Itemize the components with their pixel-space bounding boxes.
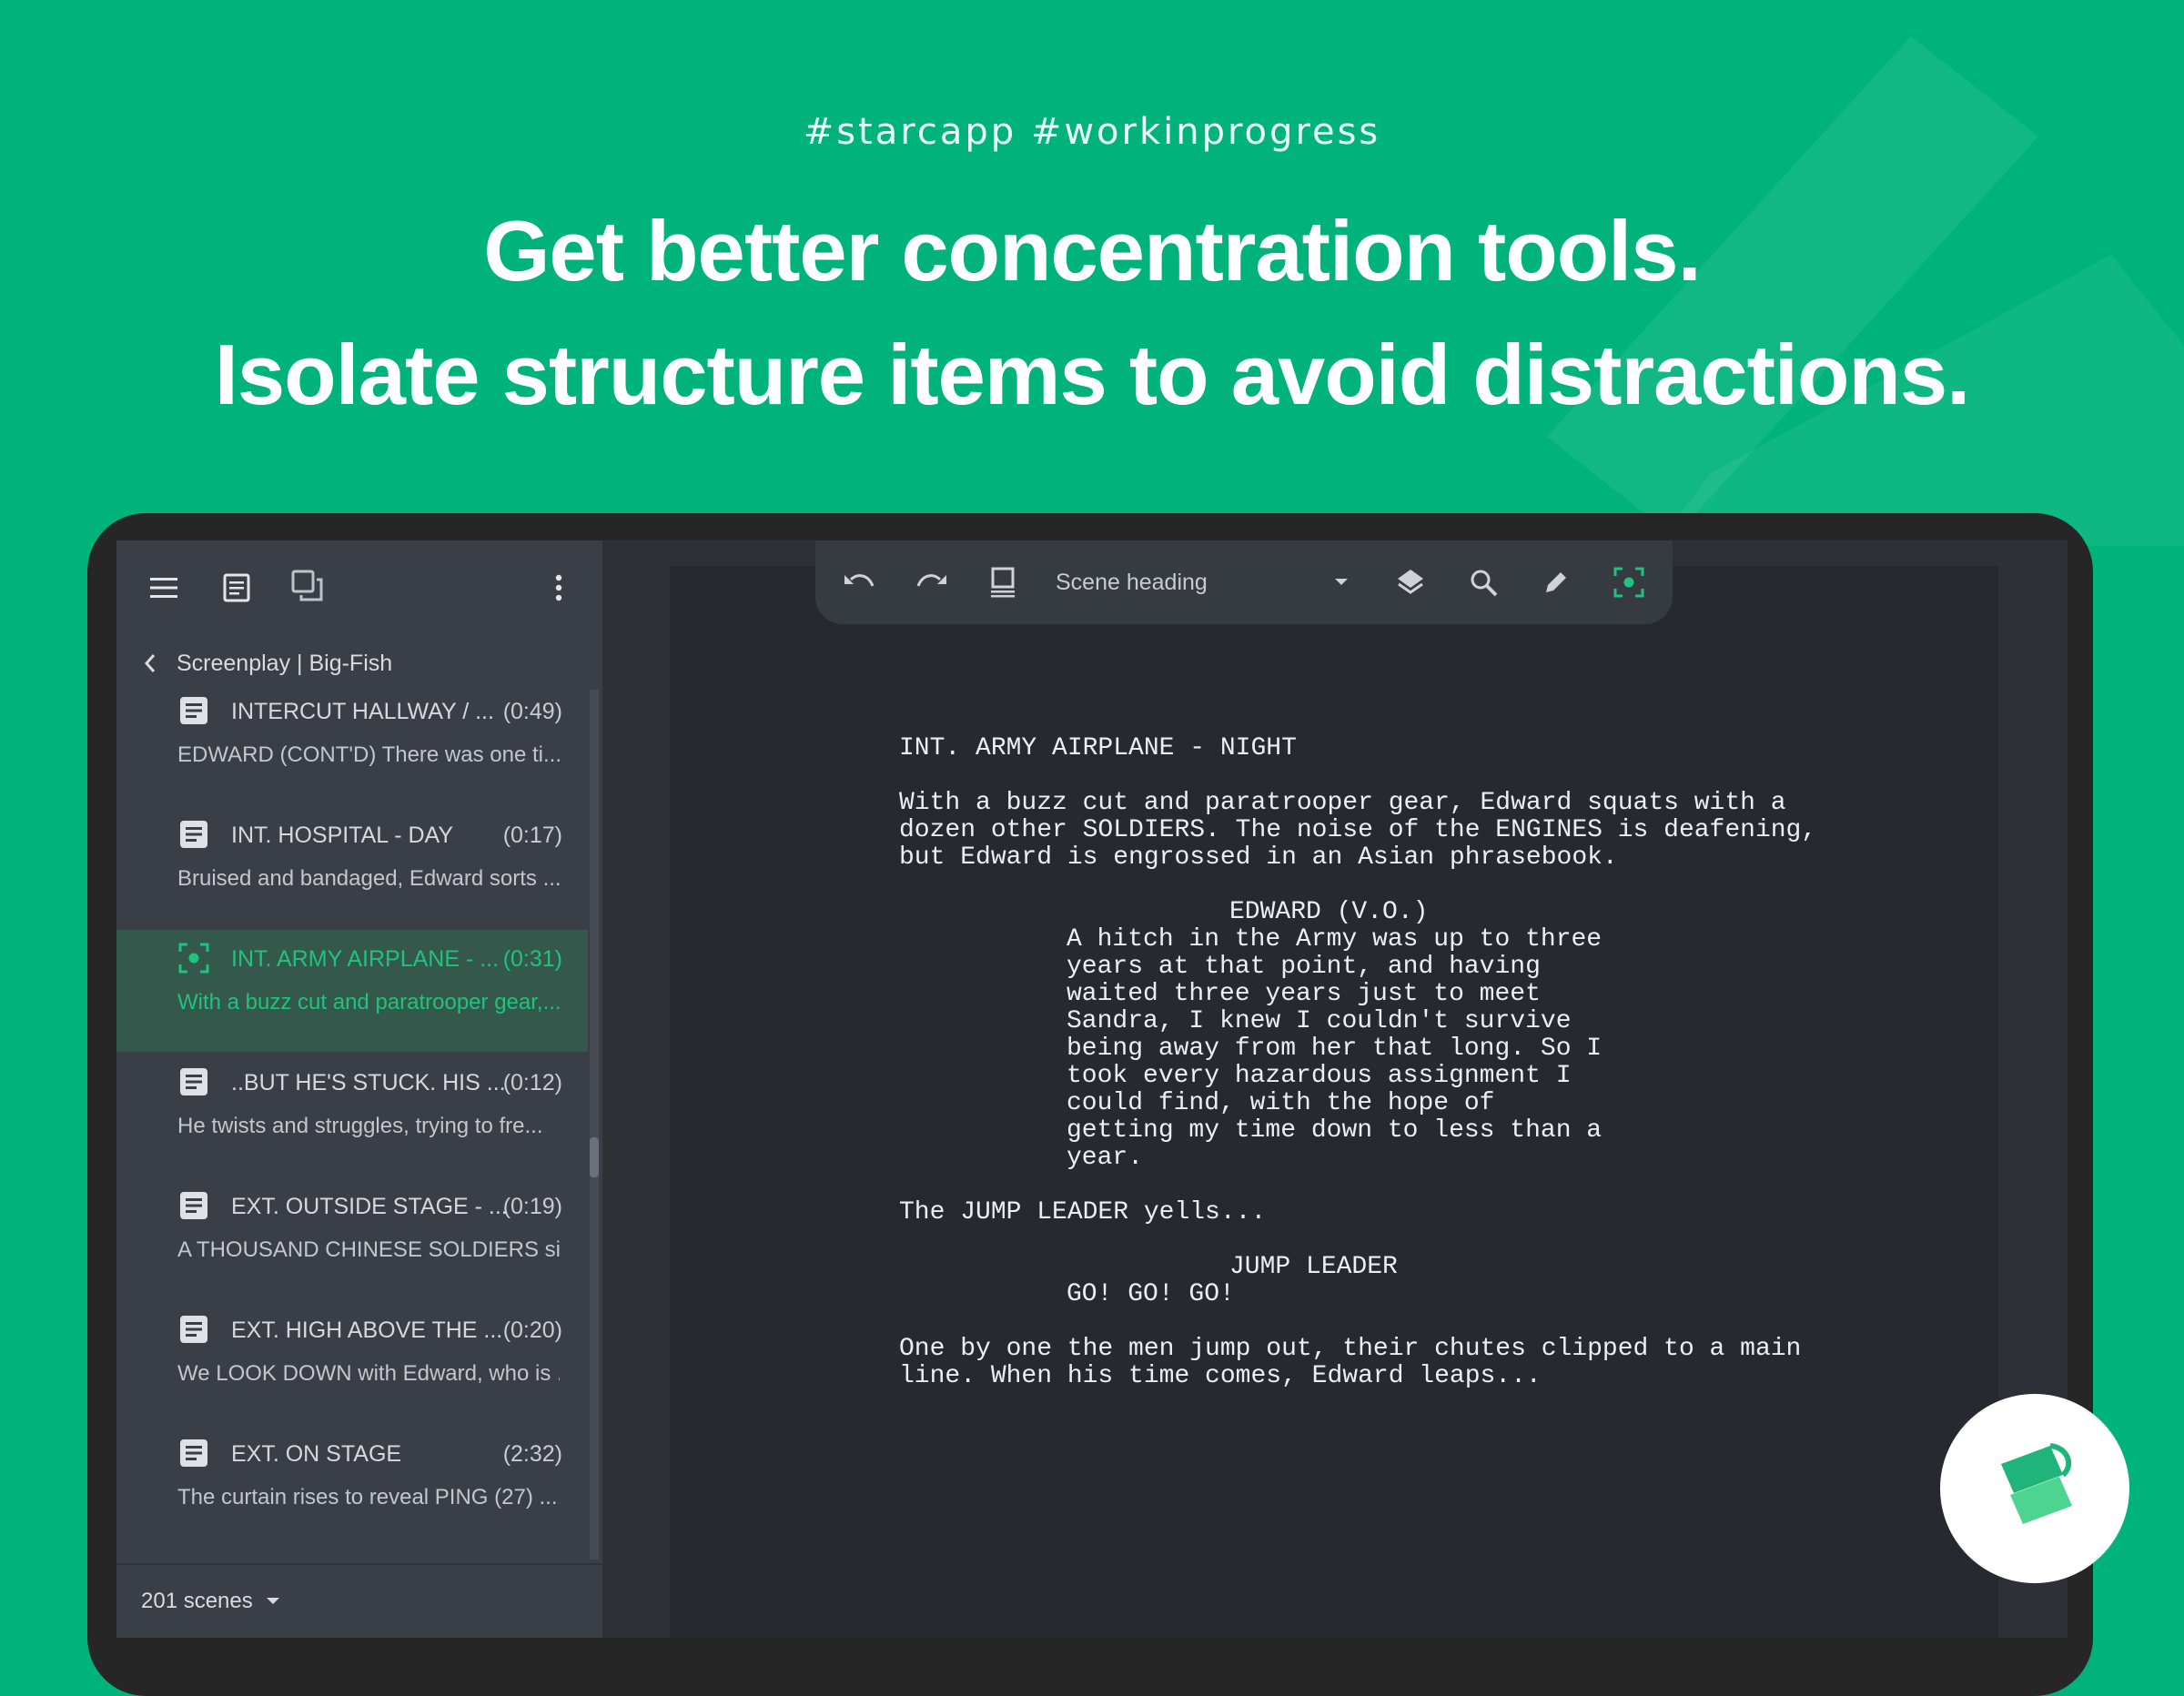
redo-icon[interactable] (910, 560, 954, 604)
headline-line-2: Isolate structure items to avoid distrac… (214, 327, 1971, 422)
scene-excerpt: With a buzz cut and paratrooper gear,... (177, 990, 560, 1015)
scene-duration: (0:19) (502, 1194, 562, 1219)
character-block[interactable]: EDWARD (V.O.) (899, 899, 1900, 926)
scene-item[interactable]: EXT. HIGH ABOVE THE ... (0:20) We LOOK D… (116, 1301, 588, 1423)
menu-icon[interactable] (142, 566, 186, 610)
document-icon[interactable] (215, 566, 258, 610)
focus-icon (178, 943, 209, 974)
scene-excerpt: The curtain rises to reveal PING (27) ..… (177, 1485, 558, 1509)
app-screen: Screenplay | Big-Fish INTERCUT HALLWAY /… (116, 540, 2068, 1638)
scene-item[interactable]: INT. HOSPITAL - DAY (0:17) Bruised and b… (116, 806, 588, 928)
sidebar-footer: 201 scenes (116, 1563, 602, 1638)
copy-icon[interactable] (286, 564, 329, 608)
dialogue-block[interactable]: GO! GO! GO! (899, 1281, 1649, 1308)
scene-text-icon (178, 695, 209, 726)
scene-item[interactable]: EXT. OUTSIDE STAGE - ... (0:19) A THOUSA… (116, 1177, 588, 1299)
hashtags: #starcapp #workinprogress (803, 111, 1381, 153)
script-page[interactable]: INT. ARMY AIRPLANE - NIGHT With a buzz c… (670, 566, 1998, 1638)
pen-icon[interactable] (1534, 560, 1578, 604)
scene-excerpt: He twists and struggles, trying to fre..… (177, 1114, 543, 1138)
navigator-sidebar: Screenplay | Big-Fish INTERCUT HALLWAY /… (116, 540, 602, 1638)
action-block[interactable]: With a buzz cut and paratrooper gear, Ed… (899, 790, 1900, 872)
scene-heading[interactable]: INT. ARMY AIRPLANE - NIGHT (899, 735, 1900, 762)
scene-duration: (0:12) (502, 1070, 562, 1095)
caret-down-icon (266, 1597, 280, 1606)
more-vert-icon[interactable] (537, 566, 581, 610)
search-icon[interactable] (1461, 560, 1505, 604)
scene-title: EXT. OUTSIDE STAGE - ... (231, 1194, 508, 1219)
scene-item-partial[interactable] (116, 1549, 588, 1560)
fast-format-icon[interactable] (981, 560, 1025, 604)
focus-icon[interactable] (1607, 560, 1651, 604)
scene-title: INT. HOSPITAL - DAY (231, 823, 454, 848)
headline-line-1: Get better concentration tools. (483, 203, 1701, 298)
undo-icon[interactable] (837, 560, 881, 604)
app-logo-badge (1940, 1394, 2129, 1583)
app-logo-icon (2001, 1443, 2072, 1524)
caret-down-icon[interactable] (1321, 562, 1361, 602)
scene-title: INTERCUT HALLWAY / ... (231, 699, 494, 724)
scene-item[interactable]: ..BUT HE'S STUCK. HIS ... (0:12) He twis… (116, 1054, 588, 1176)
scene-list: INTERCUT HALLWAY / ... (0:49) EDWARD (CO… (116, 690, 602, 1560)
breadcrumb[interactable]: Screenplay | Big-Fish (144, 641, 392, 686)
scene-text-icon (178, 1438, 209, 1469)
scene-excerpt: We LOOK DOWN with Edward, who is ... (177, 1361, 560, 1386)
scene-title: EXT. ON STAGE (231, 1441, 402, 1467)
scene-excerpt: A THOUSAND CHINESE SOLDIERS sit... (177, 1237, 560, 1262)
dialogue-block[interactable]: A hitch in the Army was up to three year… (899, 926, 1649, 1172)
action-block[interactable]: One by one the men jump out, their chute… (899, 1336, 1900, 1390)
editor-area: INT. ARMY AIRPLANE - NIGHT With a buzz c… (602, 540, 2068, 1638)
scene-excerpt: Bruised and bandaged, Edward sorts ... (177, 866, 560, 891)
sidebar-scrollbar[interactable] (590, 690, 599, 1560)
scene-duration: (0:17) (502, 823, 562, 848)
editor-toolbar: Scene heading (815, 540, 1673, 624)
layers-icon[interactable] (1389, 560, 1432, 604)
scene-duration: (0:49) (502, 699, 562, 724)
scene-count-dropdown[interactable]: 201 scenes (141, 1583, 280, 1620)
block-type-label[interactable]: Scene heading (1056, 562, 1208, 602)
scene-item-active[interactable]: INT. ARMY AIRPLANE - ... (0:31) With a b… (116, 930, 588, 1052)
scene-duration: (2:32) (502, 1441, 562, 1467)
action-block[interactable]: The JUMP LEADER yells... (899, 1199, 1900, 1227)
scene-item[interactable]: EXT. ON STAGE (2:32) The curtain rises t… (116, 1425, 588, 1547)
sidebar-scrollbar-thumb[interactable] (590, 1137, 599, 1177)
scene-excerpt: EDWARD (CONT'D) There was one ti... (177, 742, 560, 767)
scene-title: ..BUT HE'S STUCK. HIS ... (231, 1070, 506, 1095)
scene-item[interactable]: INTERCUT HALLWAY / ... (0:49) EDWARD (CO… (116, 690, 588, 804)
scene-title: INT. ARMY AIRPLANE - ... (231, 946, 500, 972)
scene-text-icon (178, 1066, 209, 1097)
scene-text-icon (178, 1190, 209, 1221)
scene-duration: (0:31) (502, 946, 562, 972)
scene-count: 201 scenes (141, 1589, 253, 1613)
scene-duration: (0:20) (502, 1317, 562, 1343)
breadcrumb-label: Screenplay | Big-Fish (177, 650, 393, 676)
scene-text-icon (178, 819, 209, 850)
script-text[interactable]: INT. ARMY AIRPLANE - NIGHT With a buzz c… (899, 735, 1900, 1418)
chevron-left-icon[interactable] (144, 653, 157, 673)
scene-text-icon (178, 1314, 209, 1345)
sidebar-header: Screenplay | Big-Fish (116, 540, 602, 704)
scene-title: EXT. HIGH ABOVE THE ... (231, 1317, 503, 1343)
character-block[interactable]: JUMP LEADER (899, 1254, 1900, 1281)
